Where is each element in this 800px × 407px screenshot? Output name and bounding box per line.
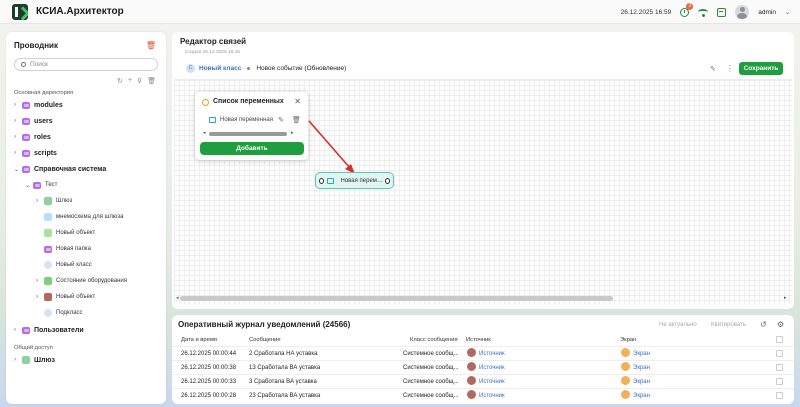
screen-icon xyxy=(621,348,630,357)
cell-message: 13 Сработала ВА уставка xyxy=(249,365,321,371)
source-icon xyxy=(467,390,476,399)
table-row[interactable]: 26.12.2025 00:00:38 13 Сработала ВА уста… xyxy=(172,360,794,375)
variable-item[interactable]: Новая переменная xyxy=(209,117,273,123)
source-icon xyxy=(467,348,476,357)
cell-message: 23 Сработала ВА уставка xyxy=(249,393,321,399)
row-checkbox[interactable] xyxy=(776,378,783,385)
variable-icon xyxy=(209,117,216,123)
not-actual-button[interactable]: Не актуально xyxy=(659,322,697,328)
variable-icon xyxy=(327,177,334,184)
row-checkbox[interactable] xyxy=(776,392,783,399)
source-link[interactable]: Источник xyxy=(479,365,505,371)
scroll-right-icon[interactable]: ▸ xyxy=(291,130,294,136)
source-icon xyxy=(467,376,476,385)
screen-link[interactable]: Экран xyxy=(633,393,650,399)
source-link[interactable]: Источник xyxy=(479,379,505,385)
screen-icon xyxy=(621,376,630,385)
popup-scrollbar[interactable] xyxy=(209,132,287,136)
notifications-journal: Оперативный журнал уведомлений (24566) Н… xyxy=(172,315,794,404)
trash-icon[interactable]: 🗑 xyxy=(292,116,301,124)
output-port[interactable] xyxy=(384,177,390,184)
cell-datetime: 26.12.2025 00:00:28 xyxy=(181,393,237,399)
cell-msg-class: Системное сообщ... xyxy=(403,393,459,399)
col-source[interactable]: Источник xyxy=(466,337,491,343)
screen-icon xyxy=(621,362,630,371)
select-all-checkbox[interactable] xyxy=(776,336,783,343)
table-row[interactable]: 26.12.2025 00:00:33 3 Сработала ВА устав… xyxy=(172,374,794,389)
node-label: Новая переменная xyxy=(340,177,385,184)
row-checkbox[interactable] xyxy=(776,350,783,357)
source-icon xyxy=(467,362,476,371)
table-row[interactable]: 26.12.2025 00:00:28 23 Сработала ВА уста… xyxy=(172,388,794,403)
cell-message: 3 Сработала ВА уставка xyxy=(249,379,317,385)
screen-link[interactable]: Экран xyxy=(633,351,650,357)
col-datetime[interactable]: Дата и время xyxy=(181,337,217,343)
cell-msg-class: Системное сообщ... xyxy=(403,365,459,371)
source-link[interactable]: Источник xyxy=(479,393,505,399)
close-icon[interactable]: ✕ xyxy=(294,97,301,106)
popup-title: Список переменных xyxy=(213,98,284,105)
col-screen[interactable]: Экран xyxy=(620,337,636,343)
add-button[interactable]: Добавить xyxy=(200,142,304,155)
variables-popup: Список переменных ✕ Новая переменная ✎ 🗑… xyxy=(195,92,308,160)
cell-msg-class: Системное сообщ... xyxy=(403,379,459,385)
variables-icon xyxy=(202,99,209,106)
screen-link[interactable]: Экран xyxy=(633,379,650,385)
acknowledge-button[interactable]: Квитировать xyxy=(711,322,746,328)
variable-label: Новая переменная xyxy=(220,117,273,123)
cell-datetime: 26.12.2025 00:00:44 xyxy=(181,351,237,357)
variable-node[interactable]: Новая переменная xyxy=(315,172,394,189)
col-message[interactable]: Сообщение xyxy=(249,337,281,343)
edit-icon[interactable]: ✎ xyxy=(278,116,284,124)
input-port[interactable] xyxy=(319,177,325,184)
source-link[interactable]: Источник xyxy=(479,351,505,357)
cell-message: 2 Сработала НА уставка xyxy=(249,351,318,357)
cell-datetime: 26.12.2025 00:00:33 xyxy=(181,379,237,385)
screen-icon xyxy=(621,390,630,399)
gear-icon[interactable]: ⚙ xyxy=(777,320,784,329)
scroll-left-icon[interactable]: ◂ xyxy=(203,130,206,136)
table-row[interactable]: 26.12.2025 00:00:44 2 Сработала НА устав… xyxy=(172,346,794,361)
cell-msg-class: Системное сообщ... xyxy=(403,351,459,357)
history-icon[interactable]: ↺ xyxy=(760,320,767,329)
cell-datetime: 26.12.2025 00:00:38 xyxy=(181,365,237,371)
row-checkbox[interactable] xyxy=(776,364,783,371)
journal-title: Оперативный журнал уведомлений (24566) xyxy=(178,320,351,329)
screen-link[interactable]: Экран xyxy=(633,365,650,371)
col-msg-class[interactable]: Класс сообщения xyxy=(410,337,458,343)
